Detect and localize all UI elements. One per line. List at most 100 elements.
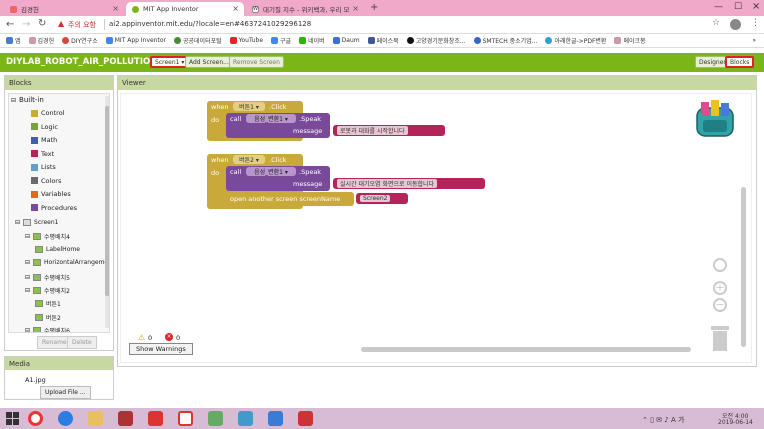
builtin-procedures[interactable]: Procedures (31, 204, 77, 212)
blocks-workspace[interactable]: when 버튼1 ▾ .Click do call 음성_변환1 ▾ .Spea… (120, 93, 752, 363)
screen-select[interactable]: Screen1 ▾ (150, 56, 190, 68)
windows-start-icon[interactable] (6, 412, 19, 425)
upload-file-button[interactable]: Upload File ... (40, 386, 91, 399)
collapse-icon[interactable]: ⊟ (25, 233, 30, 240)
tree-item[interactable]: ⊟ 수평배치5 (25, 273, 70, 282)
app-icon[interactable] (208, 411, 223, 426)
app-icon[interactable] (298, 411, 313, 426)
builtin-control[interactable]: Control (31, 109, 65, 117)
window-close-icon[interactable]: × (752, 1, 760, 12)
bookmark-item[interactable]: DIY연구소 (62, 36, 98, 45)
bookmark-item[interactable]: 메이크봉 (614, 36, 646, 45)
bookmark-item[interactable]: MIT App Inventor (105, 37, 166, 44)
app-icon[interactable] (268, 411, 283, 426)
bookmark-item[interactable]: 김경헌 (28, 36, 54, 45)
tree-item[interactable]: ⊟ 수평배치6 (25, 326, 70, 332)
tree-item[interactable]: 버튼1 (35, 299, 61, 308)
bookmark-item[interactable]: 페이스북 (367, 36, 399, 45)
remove-screen-button[interactable]: Remove Screen (229, 56, 284, 68)
star-icon[interactable]: ☆ (712, 18, 720, 28)
tree-item[interactable]: ⊟ 수평배치2 (25, 286, 70, 295)
chrome-icon[interactable] (28, 411, 43, 426)
tab-1[interactable]: 김경헌 × (4, 2, 124, 16)
center-icon[interactable] (713, 258, 727, 272)
security-label[interactable]: 주의 요함 (68, 20, 96, 30)
clock-date[interactable]: 2019-06-14 (718, 419, 753, 426)
bookmark-apps[interactable]: 앱 (6, 36, 21, 45)
bookmark-item[interactable]: Daum (332, 37, 360, 44)
folder-icon[interactable] (88, 411, 103, 426)
close-icon[interactable]: × (232, 4, 239, 13)
bookmark-item[interactable]: 구글 (271, 36, 291, 45)
app-icon[interactable] (238, 411, 253, 426)
screen-name-text[interactable]: Screen2 (360, 195, 391, 202)
vertical-scrollbar[interactable] (741, 187, 746, 347)
bookmark-item[interactable]: SMTECH 중소기업... (473, 36, 537, 45)
builtin-variables[interactable]: Variables (31, 190, 71, 198)
builtin-lists[interactable]: Lists (31, 163, 56, 171)
app-icon[interactable] (118, 411, 133, 426)
tree-item[interactable]: ⊟ 수평배치4 (25, 232, 70, 241)
trash-icon[interactable] (710, 324, 730, 352)
tree-item[interactable]: LabelHome (35, 245, 80, 253)
maximize-icon[interactable]: ☐ (734, 2, 742, 12)
new-tab-button[interactable]: + (370, 2, 378, 13)
tts-dropdown[interactable]: 음성_변환1 ▾ (246, 114, 296, 123)
ie-icon[interactable] (58, 411, 73, 426)
url-field[interactable]: ai2.appinventor.mit.edu/?locale=en#46372… (109, 20, 311, 28)
bookmark-item[interactable]: 공공데이터포털 (173, 36, 222, 45)
tree-item[interactable]: ⊟ HorizontalArrangemen (25, 259, 109, 267)
back-icon[interactable]: ← (6, 19, 14, 30)
bookmark-item[interactable]: 아래한글->PDF변환 (545, 36, 606, 45)
close-icon[interactable]: × (352, 4, 359, 13)
builtin-logic[interactable]: Logic (31, 123, 58, 131)
message-text[interactable]: 로봇과 대화를 시작합니다 (337, 126, 408, 135)
tree-scrollbar[interactable] (105, 96, 109, 328)
collapse-icon[interactable]: ⊟ (15, 219, 20, 226)
tree-builtin[interactable]: ⊟ Built-in (11, 96, 44, 104)
backpack-icon[interactable] (691, 98, 739, 140)
avatar[interactable] (730, 19, 741, 30)
media-file[interactable]: A1.jpg (25, 376, 46, 384)
close-icon[interactable]: × (112, 4, 119, 13)
button1-dropdown[interactable]: 버튼1 ▾ (233, 102, 265, 111)
app-icon[interactable] (178, 411, 193, 426)
builtin-math[interactable]: Math (31, 136, 57, 144)
collapse-icon[interactable]: ⊟ (25, 259, 30, 266)
tab-2[interactable]: MIT App Inventor × (126, 2, 244, 16)
tts-dropdown[interactable]: 음성_변환1 ▾ (246, 167, 296, 176)
tree-item[interactable]: ⊟ Screen1 (15, 219, 58, 226)
builtin-text[interactable]: Text (31, 150, 54, 158)
collapse-icon[interactable]: ⊟ (25, 327, 30, 332)
collapse-icon[interactable]: ⊟ (25, 274, 30, 281)
open-screen-block[interactable]: open another screen screenName (226, 192, 354, 206)
screen-name-text-block[interactable]: Screen2 (356, 193, 408, 204)
more-bookmarks-icon[interactable]: » (752, 37, 756, 44)
blocks-button[interactable]: Blocks (725, 56, 755, 68)
forward-icon[interactable]: → (22, 19, 30, 30)
message-text[interactable]: 실시간 대기오염 화면으로 이동합니다 (337, 179, 438, 188)
scrollbar-thumb[interactable] (105, 106, 109, 296)
tab-3[interactable]: W 대기질 지수 - 위키백과, 우리 모 × (246, 2, 364, 16)
collapse-icon[interactable]: ⊟ (11, 97, 16, 104)
text-block-2[interactable]: 실시간 대기오염 화면으로 이동합니다 (333, 178, 485, 189)
tree-item[interactable]: 버튼2 (35, 313, 61, 322)
button2-dropdown[interactable]: 버튼2 ▾ (233, 155, 265, 164)
zoom-in-icon[interactable]: + (713, 281, 727, 295)
horizontal-scrollbar[interactable] (361, 347, 691, 352)
show-warnings-button[interactable]: Show Warnings (129, 343, 193, 355)
collapse-icon[interactable]: ⊟ (25, 287, 30, 294)
text-block-1[interactable]: 로봇과 대화를 시작합니다 (333, 125, 445, 136)
bookmark-item[interactable]: 고양경기문화창조... (406, 36, 466, 45)
delete-button[interactable]: Delete (67, 336, 97, 349)
menu-icon[interactable]: ⋮ (751, 18, 760, 28)
system-tray-icons[interactable]: ⌃ ▯ ✉ ♪ A 가 (642, 415, 684, 425)
app-icon[interactable] (148, 411, 163, 426)
minimize-icon[interactable]: — (714, 2, 723, 12)
add-screen-button[interactable]: Add Screen... (185, 56, 233, 68)
bookmark-item[interactable]: 네이버 (299, 36, 325, 45)
bookmark-item[interactable]: YouTube (229, 37, 263, 44)
builtin-colors[interactable]: Colors (31, 177, 61, 185)
zoom-out-icon[interactable]: − (713, 298, 727, 312)
reload-icon[interactable]: ↻ (38, 18, 46, 29)
